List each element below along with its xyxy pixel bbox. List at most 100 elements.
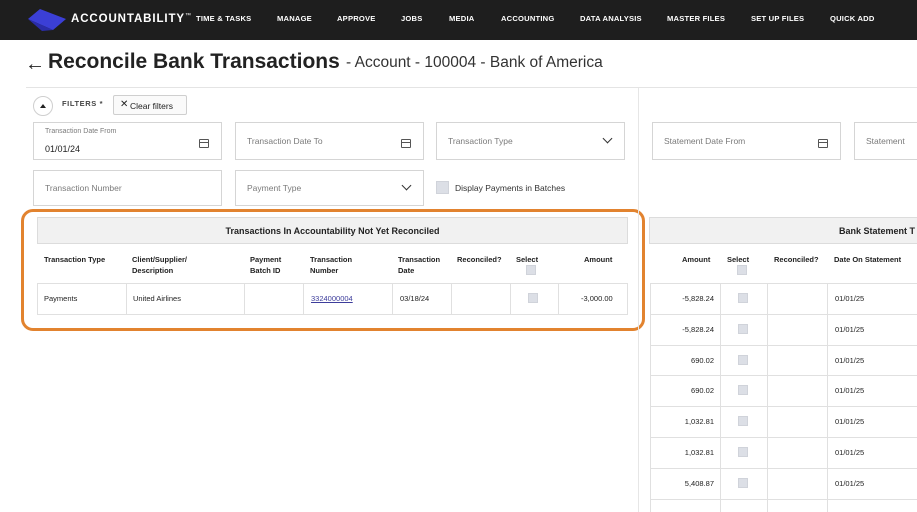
row-transaction-date: 03/18/24 [400,294,430,303]
statement-select-checkbox[interactable] [738,323,748,334]
nav-jobs[interactable]: JOBS [401,14,422,23]
select-all-checkbox[interactable] [737,265,747,275]
calendar-icon[interactable] [199,139,209,148]
col-payment-batch-id[interactable]: Payment Batch ID [250,255,300,276]
col-client-supplier[interactable]: Client/Supplier/ Description [132,255,212,276]
col-amount[interactable]: Amount [584,255,612,266]
transaction-date-to-field[interactable]: Transaction Date To [235,122,424,160]
statement-select-checkbox[interactable] [738,477,748,488]
cell-divider [827,283,828,512]
cell-divider [767,283,768,512]
statement-amount: 690.02 [691,355,714,365]
cell-divider [126,283,127,314]
nav-media[interactable]: MEDIA [449,14,474,23]
statement-amount: 5,408.87 [684,478,714,488]
nav-set-up-files[interactable]: SET UP FILES [751,14,804,23]
transaction-date-to-placeholder: Transaction Date To [247,136,323,146]
statement-date-to-placeholder: Statement [866,136,905,146]
calendar-icon[interactable] [818,139,828,148]
nav-approve[interactable]: APPROVE [337,14,376,23]
calendar-icon[interactable] [401,139,411,148]
cell-divider [720,283,721,512]
accountability-logo-icon[interactable] [28,9,66,31]
col-date-on-statement[interactable]: Date On Statement [834,255,901,266]
row-divider [650,406,917,408]
row-divider [650,283,917,284]
brand-name[interactable]: ACCOUNTABILITY™ [71,13,192,25]
payment-type-select[interactable]: Payment Type [235,170,424,206]
caret-up-icon [40,104,46,108]
unreconciled-table-header: Transactions In Accountability Not Yet R… [37,217,628,244]
statement-amount: 690.02 [691,386,714,396]
cell-divider [650,283,651,512]
row-divider [650,313,917,315]
row-amount: -3,000.00 [581,294,613,303]
display-batches-label: Display Payments in Batches [455,183,566,193]
unreconciled-table-title: Transactions In Accountability Not Yet R… [225,226,440,236]
col-select[interactable]: Select [516,255,538,266]
clear-filters-label: Clear filters [130,100,173,111]
nav-manage[interactable]: MANAGE [277,14,312,23]
nav-time-tasks[interactable]: TIME & TASKS [196,14,251,23]
statement-amount: -5,828.24 [682,294,714,303]
nav-master-files[interactable]: MASTER FILES [667,14,725,23]
statement-select-checkbox[interactable] [738,293,748,303]
page-title: Reconcile Bank Transactions [48,50,340,73]
nav-data-analysis[interactable]: DATA ANALYSIS [580,14,642,23]
statement-date: 01/01/25 [835,448,865,457]
page-subtitle: - Account - 100004 - Bank of America [346,54,603,71]
cell-divider [244,283,245,314]
transaction-type-placeholder: Transaction Type [448,136,513,146]
close-icon: ✕ [120,99,129,110]
nav-quick-add[interactable]: QUICK ADD [830,14,875,23]
collapse-filters-button[interactable] [33,96,53,116]
statement-date-to-field[interactable]: Statement [854,122,917,160]
statement-date: 01/01/25 [835,324,865,334]
clear-filters-button[interactable]: ✕ Clear filters [113,95,187,115]
arrow-left-icon[interactable]: ← [25,53,45,76]
bank-statement-table-header: Bank Statement T [649,217,917,244]
statement-amount: 1,032.81 [684,448,714,457]
display-batches-checkbox[interactable] [436,181,449,194]
statement-date: 01/01/25 [835,355,865,365]
transaction-date-from-field[interactable]: Transaction Date From 01/01/24 [33,122,222,160]
statement-select-checkbox[interactable] [738,385,748,396]
statement-date: 01/01/25 [835,478,865,488]
cell-divider [558,283,559,314]
row-divider [37,314,628,315]
transaction-type-select[interactable]: Transaction Type [436,122,625,160]
statement-date-from-field[interactable]: Statement Date From [652,122,841,160]
statement-select-checkbox[interactable] [738,354,748,365]
cell-divider [392,283,393,314]
col-transaction-type[interactable]: Transaction Type [44,255,105,266]
cell-divider [303,283,304,314]
col-reconciled[interactable]: Reconciled? [457,255,502,266]
row-divider [650,498,917,500]
transaction-number-field[interactable]: Transaction Number [33,170,222,206]
filters-label: FILTERS * [62,99,104,108]
statement-select-checkbox[interactable] [738,416,748,427]
cell-divider [627,283,628,314]
row-transaction-type: Payments [44,294,78,303]
transaction-number-link[interactable]: 3324000004 [311,294,353,303]
cell-divider [451,283,452,314]
chevron-down-icon [401,180,412,191]
statement-date: 01/01/25 [835,417,865,427]
col-amount[interactable]: Amount [682,255,710,266]
col-select[interactable]: Select [727,255,749,266]
statement-select-checkbox[interactable] [738,447,748,457]
transaction-number-placeholder: Transaction Number [45,183,122,193]
col-reconciled[interactable]: Reconciled? [774,255,819,266]
row-select-checkbox[interactable] [528,293,538,303]
row-divider [650,467,917,469]
panel-divider [638,88,639,512]
select-all-checkbox[interactable] [526,265,536,275]
cell-divider [510,283,511,314]
nav-accounting[interactable]: ACCOUNTING [501,14,554,23]
payment-type-placeholder: Payment Type [247,183,302,193]
row-divider [650,375,917,377]
col-transaction-number[interactable]: Transaction Number [310,255,360,276]
chevron-down-icon [602,133,613,144]
statement-date-from-placeholder: Statement Date From [664,136,746,146]
col-transaction-date[interactable]: Transaction Date [398,255,448,276]
